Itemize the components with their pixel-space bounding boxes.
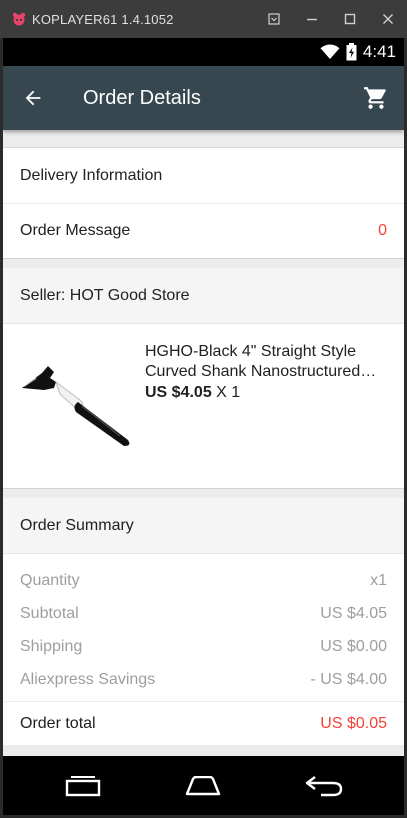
maximize-icon	[344, 13, 356, 25]
recent-apps-button[interactable]	[48, 766, 118, 806]
order-total-value: US $0.05	[320, 714, 387, 732]
minimize-icon	[307, 18, 317, 21]
order-summary-title: Order Summary	[20, 516, 134, 534]
status-time: 4:41	[362, 42, 396, 61]
order-total-label: Order total	[20, 714, 96, 732]
product-quantity: X 1	[216, 384, 241, 401]
product-card[interactable]: HGHO-Black 4" Straight Style Curved Shan…	[3, 323, 404, 488]
android-screen: 4:41 Order Details Delivery Information …	[3, 38, 404, 815]
product-price-line: US $4.05 X 1	[145, 384, 387, 402]
seller-row[interactable]: Seller: HOT Good Store	[3, 268, 404, 323]
tray-icon	[268, 13, 280, 25]
summary-label: Quantity	[20, 571, 80, 589]
product-item[interactable]: HGHO-Black 4" Straight Style Curved Shan…	[3, 324, 404, 488]
product-image	[22, 366, 130, 446]
recent-apps-icon	[65, 775, 101, 796]
battery-icon	[346, 43, 357, 61]
summary-row-subtotal: Subtotal US $4.05	[3, 597, 404, 630]
order-message-count: 0	[378, 222, 387, 239]
order-total-row: Order total US $0.05	[3, 701, 404, 745]
navigation-bar	[3, 756, 404, 815]
product-name: HGHO-Black 4" Straight Style Curved Shan…	[145, 343, 377, 380]
arrow-back-icon	[25, 90, 41, 106]
back-nav-button[interactable]	[289, 766, 359, 806]
summary-label: Shipping	[20, 637, 83, 655]
home-icon	[186, 775, 221, 795]
wifi-icon	[320, 44, 340, 60]
summary-value: - US $4.00	[310, 670, 387, 688]
page-title: Order Details	[83, 86, 201, 109]
summary-label: Subtotal	[20, 604, 79, 622]
order-summary-card: Quantity x1 Subtotal US $4.05 Shipping U…	[3, 553, 404, 745]
seller-label: Seller: HOT Good Store	[20, 286, 190, 304]
product-price: US $4.05	[145, 384, 212, 401]
summary-value: US $0.00	[320, 637, 387, 655]
emulator-title-bar: KOPLAYER61 1.4.1052	[0, 0, 407, 38]
order-message-label: Order Message	[20, 222, 131, 239]
back-button[interactable]	[3, 66, 63, 130]
section-gap	[3, 258, 404, 268]
delivery-card: Delivery Information Order Message 0	[3, 148, 404, 258]
product-info: HGHO-Black 4" Straight Style Curved Shan…	[145, 342, 387, 488]
order-details-content: Delivery Information Order Message 0 Sel…	[3, 130, 404, 756]
emulator-title: KOPLAYER61 1.4.1052	[32, 11, 174, 27]
order-summary-header: Order Summary	[3, 498, 404, 553]
summary-value: US $4.05	[320, 604, 387, 622]
summary-label: Aliexpress Savings	[20, 670, 156, 688]
delivery-information-row[interactable]: Delivery Information	[3, 148, 404, 203]
top-spacer	[3, 130, 404, 148]
tray-minimize-button[interactable]	[255, 0, 293, 38]
cart-button[interactable]	[348, 66, 404, 130]
summary-row-shipping: Shipping US $0.00	[3, 630, 404, 663]
section-gap	[3, 488, 404, 498]
summary-value: x1	[370, 571, 387, 589]
summary-row-savings: Aliexpress Savings - US $4.00	[3, 663, 404, 696]
home-button[interactable]	[168, 766, 238, 806]
close-icon	[383, 14, 393, 24]
app-bar: Order Details	[3, 66, 404, 130]
close-button[interactable]	[369, 0, 407, 38]
summary-row-quantity: Quantity x1	[3, 564, 404, 597]
koplayer-logo-icon	[12, 12, 26, 26]
status-bar: 4:41	[3, 38, 404, 66]
back-nav-icon	[305, 775, 343, 796]
shopping-cart-icon	[364, 87, 386, 109]
order-message-row[interactable]: Order Message 0	[3, 204, 404, 258]
maximize-button[interactable]	[331, 0, 369, 38]
delivery-information-label: Delivery Information	[20, 166, 163, 184]
minimize-button[interactable]	[293, 0, 331, 38]
